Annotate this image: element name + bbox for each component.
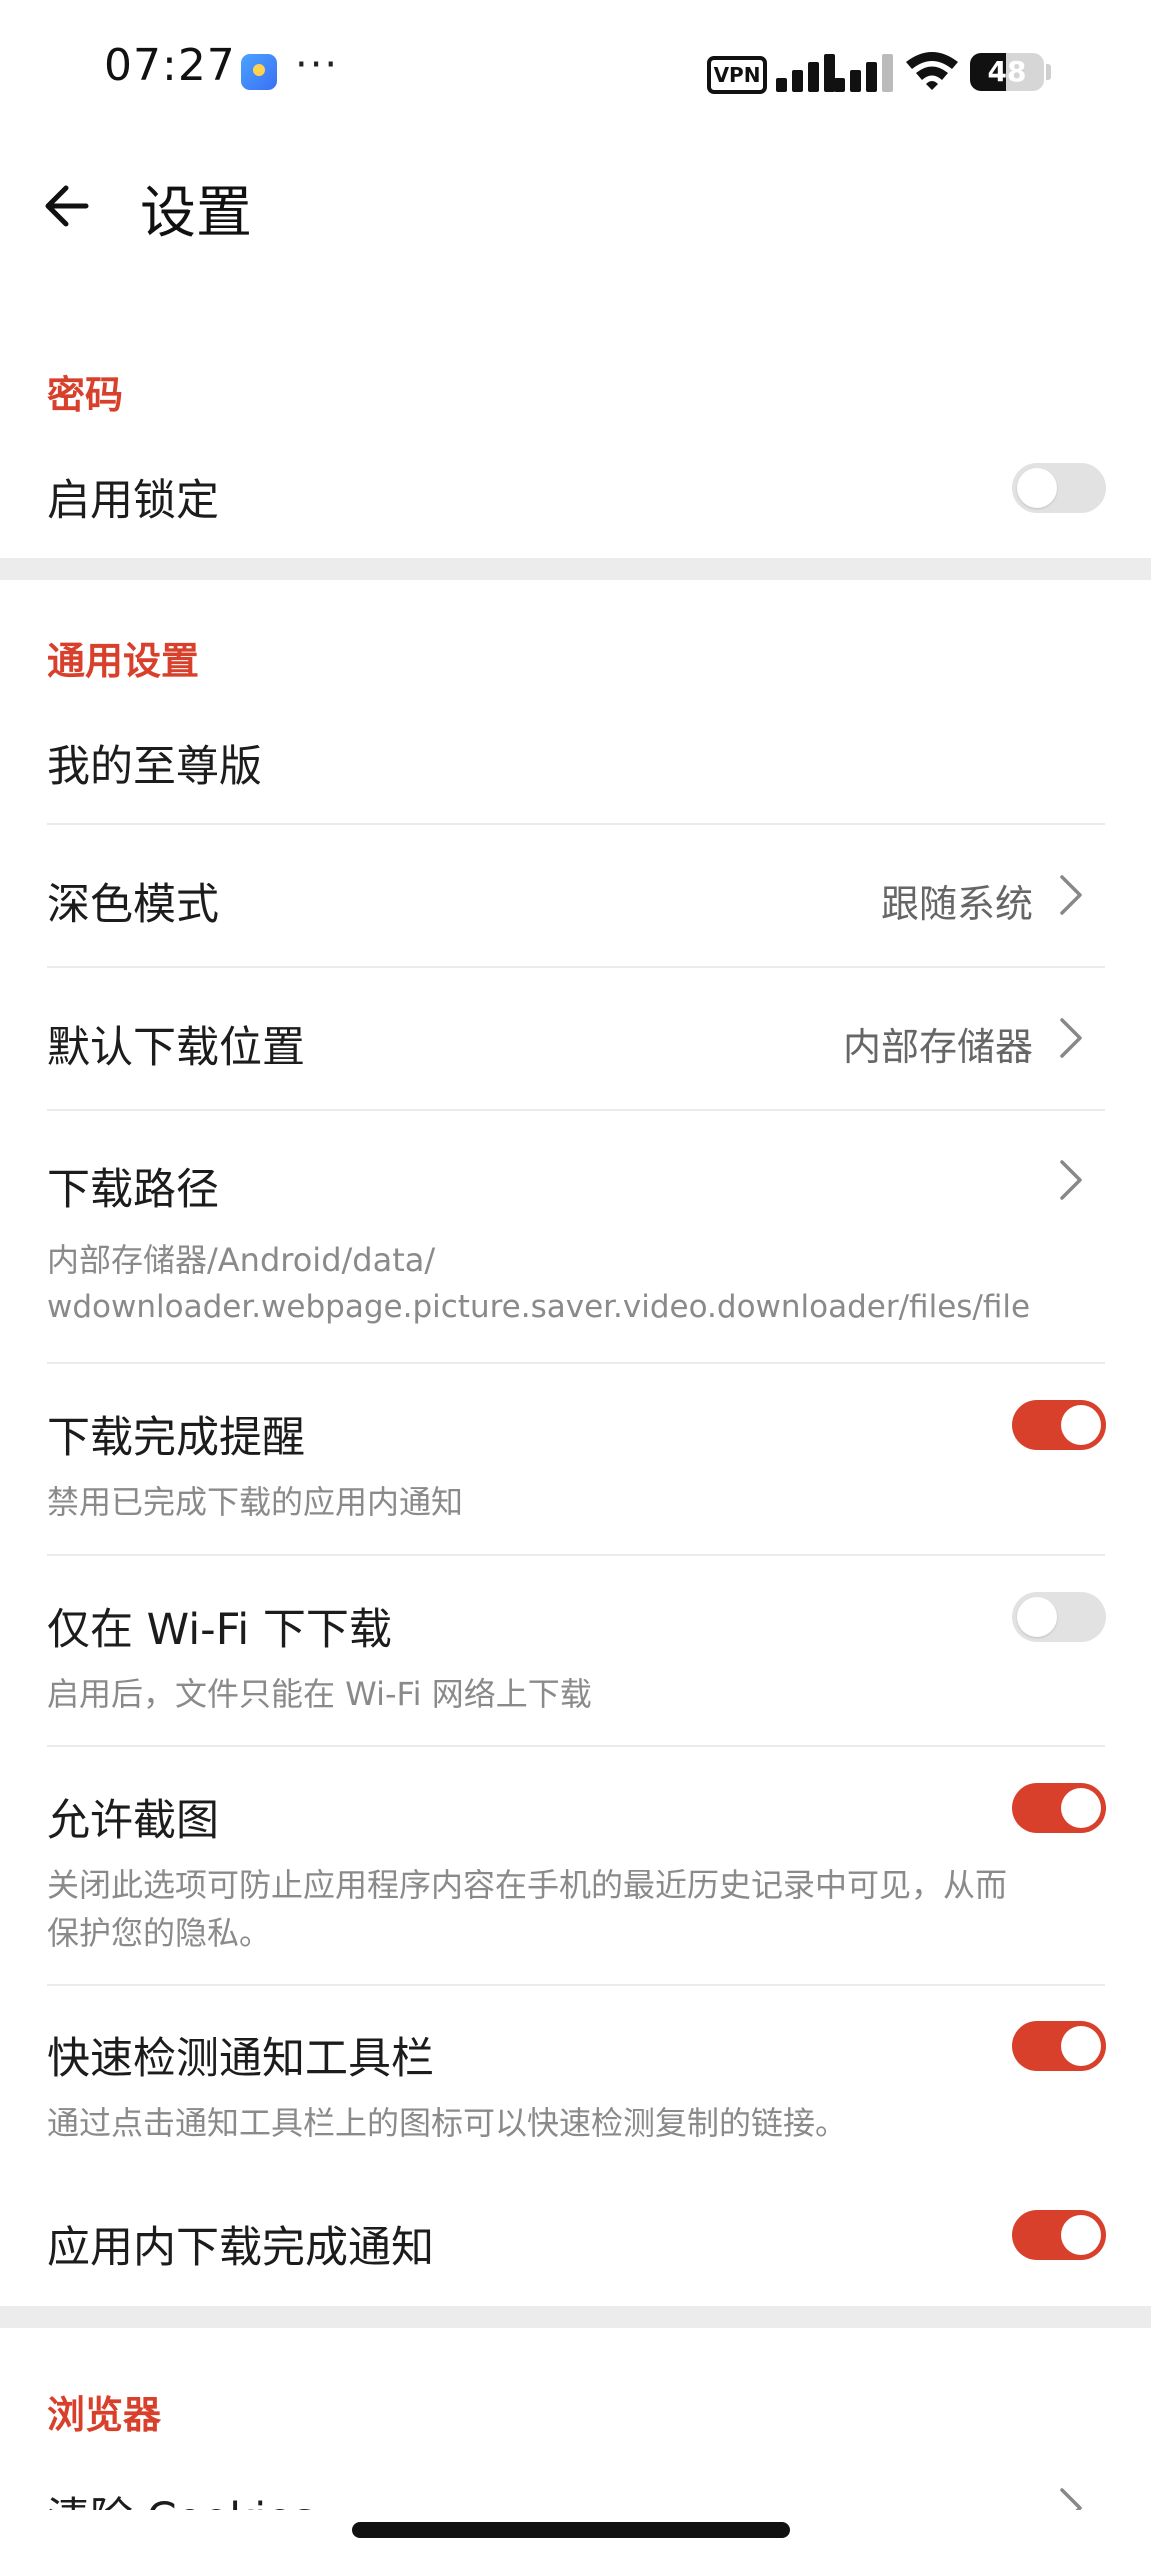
toggle-knob [1017, 1597, 1057, 1637]
divider [47, 1745, 1105, 1747]
section-separator [0, 558, 1151, 580]
clear-cookies-label: 清除 Cookies [47, 2484, 315, 2510]
premium-item[interactable]: 我的至尊版 [47, 732, 262, 794]
download-complete-reminder-toggle[interactable] [1012, 1400, 1106, 1450]
dark-mode-value: 跟随系统 [880, 882, 1033, 926]
in-app-download-notification-label: 应用内下载完成通知 [47, 2223, 434, 2273]
toggle-knob [1061, 2215, 1101, 2255]
wifi-only-label: 仅在 Wi-Fi 下下载 [47, 1605, 392, 1655]
battery-level: 48 [987, 55, 1027, 88]
divider [47, 1554, 1105, 1556]
chevron-right-icon [1060, 1160, 1082, 1200]
more-notifications-icon: ··· [295, 42, 340, 88]
quick-detect-toolbar-label: 快速检测通知工具栏 [47, 2034, 434, 2084]
toggle-knob [1061, 1405, 1101, 1445]
photos-app-icon [241, 54, 277, 90]
section-header-general: 通用设置 [47, 639, 200, 683]
chevron-right-icon [1060, 1018, 1082, 1058]
divider [47, 823, 1105, 825]
allow-screenshot-label: 允许截图 [47, 1796, 219, 1846]
page-title: 设置 [140, 181, 252, 246]
clear-cookies-item[interactable]: 清除 Cookies [0, 2470, 1151, 2510]
section-header-browser: 浏览器 [47, 2393, 162, 2437]
download-location-item[interactable]: 默认下载位置 [47, 1013, 305, 1075]
allow-screenshot-desc-line2: 保护您的隐私。 [47, 1914, 272, 1952]
wifi-only-toggle[interactable] [1012, 1592, 1106, 1642]
chevron-right-icon [1060, 2488, 1082, 2510]
download-complete-reminder-desc: 禁用已完成下载的应用内通知 [47, 1483, 464, 1521]
divider [47, 966, 1105, 968]
toggle-knob [1017, 468, 1057, 508]
chevron-right-icon [1060, 875, 1082, 915]
wifi-icon [906, 52, 958, 90]
allow-screenshot-toggle[interactable] [1012, 1783, 1106, 1833]
download-path-desc-line1: 内部存储器/Android/data/ [47, 1241, 436, 1279]
divider [47, 1109, 1105, 1111]
section-separator [0, 2306, 1151, 2328]
download-path-desc-line2: wdownloader.webpage.picture.saver.video.… [47, 1289, 1031, 1325]
dark-mode-item[interactable]: 深色模式 [47, 870, 219, 932]
status-time: 07:27 [104, 40, 236, 91]
in-app-download-notification-toggle[interactable] [1012, 2210, 1106, 2260]
arrow-left-icon[interactable] [40, 178, 96, 234]
download-complete-reminder-label: 下载完成提醒 [47, 1413, 305, 1463]
battery-tip [1046, 64, 1051, 80]
download-path-item[interactable]: 下载路径 [47, 1155, 219, 1217]
allow-screenshot-desc-line1: 关闭此选项可防止应用程序内容在手机的最近历史记录中可见，从而 [47, 1866, 1008, 1904]
wifi-only-desc: 启用后，文件只能在 Wi-Fi 网络上下载 [47, 1675, 592, 1713]
battery-icon: 48 [970, 53, 1044, 91]
vpn-icon: VPN [707, 56, 767, 94]
enable-lock-label[interactable]: 启用锁定 [47, 466, 219, 528]
quick-detect-toolbar-desc: 通过点击通知工具栏上的图标可以快速检测复制的链接。 [47, 2104, 848, 2142]
toggle-knob [1061, 1788, 1101, 1828]
section-header-password: 密码 [47, 373, 124, 417]
status-bar: 07:27 ··· VPN 48 [0, 0, 1151, 150]
app-bar: 设置 [0, 150, 1151, 260]
divider [47, 1984, 1105, 1986]
home-indicator[interactable] [352, 2522, 790, 2538]
toggle-knob [1061, 2026, 1101, 2066]
download-location-value: 内部存储器 [842, 1025, 1033, 1069]
enable-lock-toggle[interactable] [1012, 463, 1106, 513]
quick-detect-toolbar-toggle[interactable] [1012, 2021, 1106, 2071]
divider [47, 1362, 1105, 1364]
